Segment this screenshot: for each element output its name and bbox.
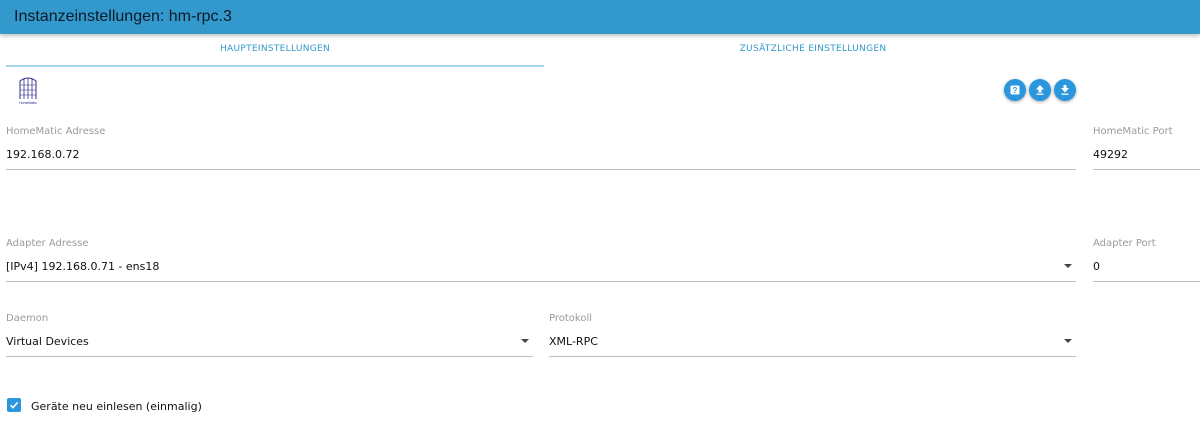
protocol-underline xyxy=(549,356,1076,357)
svg-text:?: ? xyxy=(1013,86,1018,95)
adapter-address-select[interactable]: Adapter Adresse [IPv4] 192.168.0.71 - en… xyxy=(6,238,1076,284)
daemon-value[interactable]: Virtual Devices xyxy=(6,335,89,348)
homematic-logo: HomeMatic xyxy=(19,77,37,105)
download-button[interactable] xyxy=(1054,79,1076,101)
daemon-select[interactable]: Daemon Virtual Devices xyxy=(6,313,533,359)
tab-main-settings[interactable]: HAUPTEINSTELLUNGEN xyxy=(6,44,544,66)
title-bar: Instanzeinstellungen: hm-rpc.3 xyxy=(0,0,1200,34)
adapter-port-input[interactable]: 0 xyxy=(1093,260,1100,273)
protocol-value[interactable]: XML-RPC xyxy=(549,335,598,348)
daemon-underline xyxy=(6,356,533,357)
adapter-address-label: Adapter Adresse xyxy=(6,238,89,249)
help-button[interactable]: ? xyxy=(1004,79,1026,101)
homematic-address-underline xyxy=(6,169,1076,170)
homematic-address-label: HomeMatic Adresse xyxy=(6,126,106,137)
homematic-address-field[interactable]: HomeMatic Adresse 192.168.0.72 xyxy=(6,126,1076,172)
protocol-label: Protokoll xyxy=(549,313,593,324)
tab-additional-settings[interactable]: ZUSÄTZLICHE EINSTELLUNGEN xyxy=(544,44,1082,66)
reload-devices-label: Geräte neu einlesen (einmalig) xyxy=(31,400,202,413)
protocol-select[interactable]: Protokoll XML-RPC xyxy=(549,313,1076,359)
adapter-address-value[interactable]: [IPv4] 192.168.0.71 - ens18 xyxy=(6,260,159,273)
daemon-label: Daemon xyxy=(6,313,49,324)
check-icon xyxy=(9,401,19,409)
adapter-port-field[interactable]: Adapter Port 0 xyxy=(1093,238,1200,284)
chevron-down-icon xyxy=(1064,339,1072,343)
upload-icon xyxy=(1036,85,1044,95)
chevron-down-icon xyxy=(521,339,529,343)
chevron-down-icon xyxy=(1064,264,1072,268)
adapter-address-underline xyxy=(6,281,1076,282)
upload-button[interactable] xyxy=(1029,79,1051,101)
window-title: Instanzeinstellungen: hm-rpc.3 xyxy=(14,8,232,25)
homematic-port-label: HomeMatic Port xyxy=(1093,126,1173,137)
logo-text: HomeMatic xyxy=(19,101,37,105)
homematic-port-field[interactable]: HomeMatic Port 49292 xyxy=(1093,126,1200,172)
active-tab-indicator xyxy=(6,65,544,67)
adapter-port-label: Adapter Port xyxy=(1093,238,1156,249)
homematic-port-underline xyxy=(1093,169,1200,170)
homematic-address-input[interactable]: 192.168.0.72 xyxy=(6,148,79,161)
download-icon xyxy=(1061,85,1069,95)
reload-devices-checkbox[interactable] xyxy=(7,398,21,412)
help-icon: ? xyxy=(1010,85,1020,95)
adapter-port-underline xyxy=(1093,281,1200,282)
homematic-port-input[interactable]: 49292 xyxy=(1093,148,1128,161)
